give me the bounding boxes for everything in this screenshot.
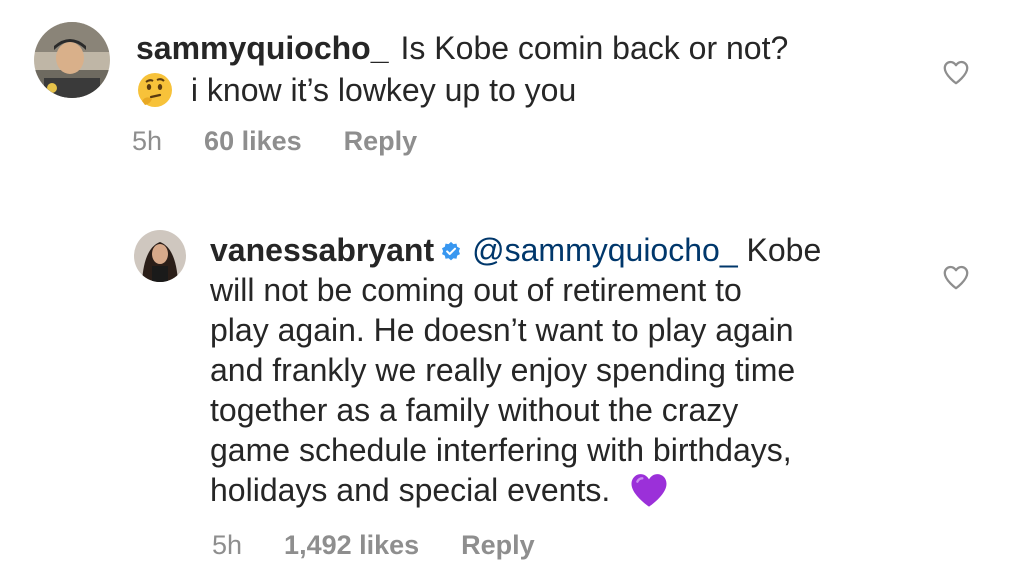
comment-text-start: Kobe: [746, 232, 822, 268]
comment-text: vanessabryant @sammyquiocho_ Kobe will no…: [210, 230, 940, 518]
comment-line: will not be coming out of retirement to: [210, 272, 742, 308]
comment-line: game schedule interfering with birthdays…: [210, 432, 792, 468]
comment-meta: 5h 60 likes Reply: [132, 126, 459, 157]
comment-line-1: Is Kobe comin back or not?: [400, 30, 789, 66]
comment-line: together as a family without the crazy: [210, 392, 739, 428]
avatar-sammyquiocho[interactable]: [34, 22, 110, 98]
username[interactable]: vanessabryant: [210, 232, 434, 268]
comment-line: and frankly we really enjoy spending tim…: [210, 352, 796, 388]
thinking-face-emoji-icon: [136, 71, 174, 118]
comment-line-2: i know it’s lowkey up to you: [190, 72, 577, 108]
reply-button[interactable]: Reply: [461, 530, 535, 560]
comment-line: play again. He doesn’t want to play agai…: [210, 312, 794, 348]
mention-link[interactable]: @sammyquiocho_: [472, 232, 737, 268]
reply-button[interactable]: Reply: [344, 126, 418, 156]
like-heart-icon[interactable]: [941, 262, 971, 292]
likes-count[interactable]: 1,492 likes: [284, 530, 419, 560]
username[interactable]: sammyquiocho_: [136, 30, 389, 66]
timestamp: 5h: [132, 126, 163, 156]
comment-line: holidays and special events.: [210, 472, 611, 508]
purple-heart-emoji-icon: [629, 471, 669, 518]
avatar-vanessabryant[interactable]: [134, 230, 186, 282]
comment-meta: 5h 1,492 likes Reply: [212, 530, 577, 561]
timestamp: 5h: [212, 530, 243, 560]
like-heart-icon[interactable]: [941, 57, 971, 87]
likes-count[interactable]: 60 likes: [204, 126, 302, 156]
verified-badge-icon: [440, 232, 462, 261]
comment-text: sammyquiocho_ Is Kobe comin back or not? …: [136, 28, 896, 118]
